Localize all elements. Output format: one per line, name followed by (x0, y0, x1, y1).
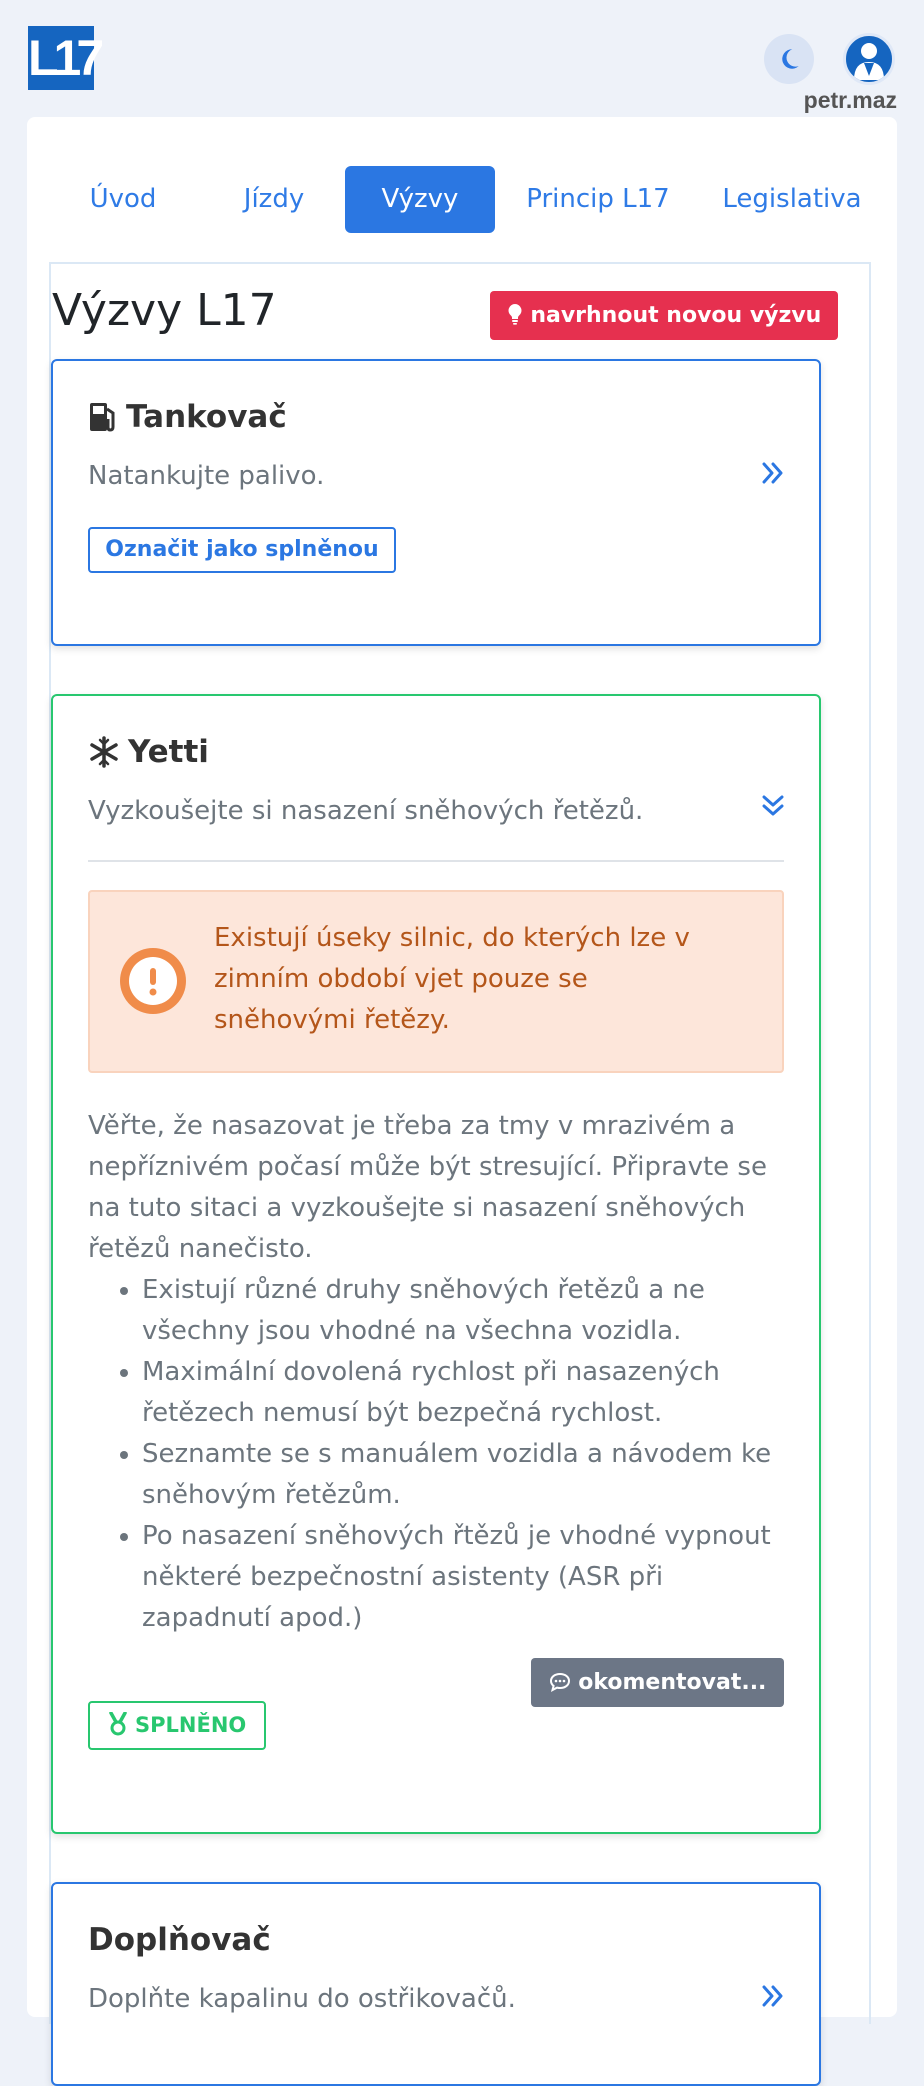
chevron-double-right-icon[interactable] (759, 1982, 787, 2010)
snowflake-icon (90, 736, 118, 768)
challenge-title: Tankovač (88, 399, 287, 435)
challenge-description: Vyzkoušejte si nasazení sněhových řetězů… (88, 796, 644, 826)
chevron-double-right-icon[interactable] (759, 459, 787, 487)
mark-complete-button[interactable]: Označit jako splněnou (88, 527, 396, 573)
nav-tabs: Úvod Jízdy Výzvy Princip L17 Legislativa (27, 117, 897, 247)
medal-icon (108, 1711, 127, 1736)
tips-list: Existují různé druhy sněhových řetězů a … (88, 1270, 788, 1639)
challenge-card-doplnovac[interactable]: Doplňovač Doplňte kapalinu do ostřikovač… (51, 1882, 821, 2086)
username-label[interactable]: petr.maz (804, 87, 897, 114)
comment-icon (549, 1672, 570, 1692)
tab-vyzvy[interactable]: Výzvy (345, 166, 495, 233)
tab-legislativa[interactable]: Legislativa (707, 166, 877, 233)
page-title: Výzvy L17 (52, 285, 277, 336)
card-divider (88, 860, 784, 862)
comment-button[interactable]: okomentovat... (531, 1658, 784, 1707)
challenge-title-text: Yetti (128, 734, 209, 770)
gas-pump-icon (90, 403, 115, 432)
challenge-body-paragraph: Věřte, že nasazovat je třeba za tmy v mr… (88, 1111, 767, 1264)
list-item: Maximální dovolená rychlost při nasazený… (142, 1352, 788, 1434)
challenge-card-yetti[interactable]: Yetti Vyzkoušejte si nasazení sněhových … (51, 694, 821, 1834)
comment-button-label: okomentovat... (578, 1670, 767, 1695)
app-logo[interactable]: L17 (28, 26, 104, 90)
tab-uvod[interactable]: Úvod (47, 166, 199, 233)
challenge-card-tankovac[interactable]: Tankovač Natankujte palivo. Označit jako… (51, 359, 821, 646)
lightbulb-icon (508, 304, 522, 325)
warning-alert: Existují úseky silnic, do kterých lze v … (88, 890, 784, 1073)
user-avatar[interactable] (843, 33, 895, 85)
challenge-title-text: Doplňovač (88, 1922, 271, 1958)
list-item: Po nasazení sněhových řtězů je vhodné vy… (142, 1516, 788, 1639)
status-badge-text: SPLNĚNO (135, 1713, 247, 1737)
moon-icon (782, 49, 799, 69)
challenge-body: Věřte, že nasazovat je třeba za tmy v mr… (88, 1106, 788, 1639)
dark-mode-toggle[interactable] (764, 34, 814, 84)
list-item: Existují různé druhy sněhových řetězů a … (142, 1270, 788, 1352)
list-item: Seznamte se s manuálem vozidla a návodem… (142, 1434, 788, 1516)
challenge-title: Doplňovač (88, 1922, 271, 1958)
tab-jizdy[interactable]: Jízdy (199, 166, 349, 233)
challenge-title-text: Tankovač (126, 399, 287, 435)
exclamation-circle-icon (120, 948, 186, 1014)
chevron-double-down-icon[interactable] (759, 792, 787, 820)
suggest-challenge-button[interactable]: navrhnout novou výzvu (490, 291, 838, 340)
tab-princip-l17[interactable]: Princip L17 (511, 166, 685, 233)
status-badge: SPLNĚNO (88, 1701, 266, 1750)
challenge-description: Natankujte palivo. (88, 461, 325, 491)
person-icon (854, 43, 884, 80)
alert-text: Existují úseky silnic, do kterých lze v … (214, 923, 690, 1035)
challenge-title: Yetti (88, 734, 209, 770)
challenge-description: Doplňte kapalinu do ostřikovačů. (88, 1984, 516, 2014)
suggest-challenge-label: navrhnout novou výzvu (530, 303, 822, 328)
